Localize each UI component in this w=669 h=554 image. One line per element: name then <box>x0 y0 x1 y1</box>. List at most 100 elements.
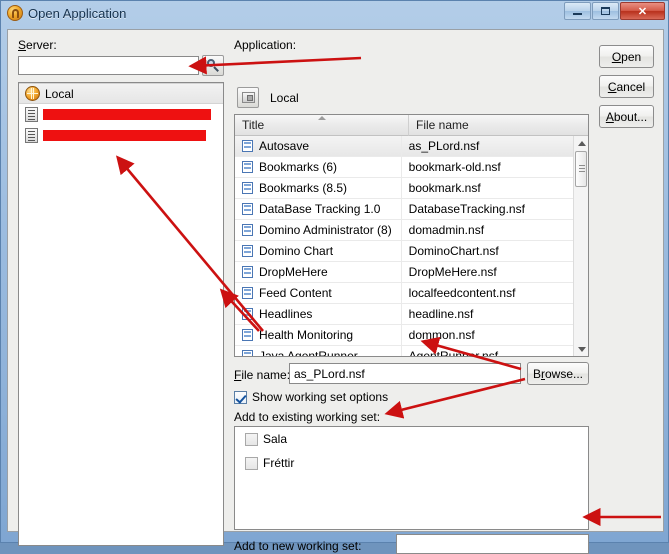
new-working-set-label: Add to new working set: <box>234 539 362 553</box>
database-icon <box>242 329 253 341</box>
show-working-set-checkbox[interactable] <box>234 390 247 404</box>
table-row[interactable]: Java AgentRunner AgentRunner.nsf <box>235 346 573 356</box>
cell-title: DropMeHere <box>235 262 402 282</box>
working-set-item-checkbox[interactable] <box>245 432 258 446</box>
minimize-button[interactable] <box>564 2 591 20</box>
table-row[interactable]: Headlines headline.nsf <box>235 304 573 325</box>
cell-filename-label: DatabaseTracking.nsf <box>408 202 525 216</box>
server-tree-item-redacted-1[interactable] <box>19 104 223 125</box>
cell-filename: localfeedcontent.nsf <box>402 283 573 303</box>
table-row[interactable]: Bookmarks (8.5) bookmark.nsf <box>235 178 573 199</box>
cell-filename-label: as_PLord.nsf <box>408 139 480 153</box>
cell-filename: dommon.nsf <box>402 325 573 345</box>
show-working-set-label: Show working set options <box>252 390 389 404</box>
working-set-list[interactable]: Sala Fréttir <box>234 426 589 530</box>
browse-button[interactable]: Browse... <box>527 362 589 385</box>
cell-title-label: Domino Chart <box>259 244 334 258</box>
new-working-set-input[interactable] <box>396 534 589 554</box>
cell-title-label: Domino Administrator (8) <box>259 223 392 237</box>
database-icon <box>242 287 253 299</box>
server-tree-item-redacted-2[interactable] <box>19 125 223 146</box>
sort-ascending-icon <box>317 116 326 120</box>
table-row[interactable]: DropMeHere DropMeHere.nsf <box>235 262 573 283</box>
file-list-scrollbar[interactable] <box>573 136 588 356</box>
cell-filename: bookmark.nsf <box>402 178 573 198</box>
table-row[interactable]: Autosave as_PLord.nsf <box>235 136 573 157</box>
database-icon <box>242 161 253 173</box>
cell-filename: DropMeHere.nsf <box>402 262 573 282</box>
table-row[interactable]: Domino Administrator (8) domadmin.nsf <box>235 220 573 241</box>
about-button[interactable]: About... <box>599 105 654 128</box>
cell-filename-label: DropMeHere.nsf <box>408 265 497 279</box>
cell-filename-label: dommon.nsf <box>408 328 475 342</box>
database-icon <box>242 182 253 194</box>
cell-filename: DatabaseTracking.nsf <box>402 199 573 219</box>
cell-title: Headlines <box>235 304 402 324</box>
cell-filename-label: AgentRunner.nsf <box>408 349 499 356</box>
cell-title-label: DataBase Tracking 1.0 <box>259 202 381 216</box>
working-set-item-label: Sala <box>263 432 288 446</box>
cancel-button-label: Cancel <box>607 79 646 94</box>
scroll-down-button[interactable] <box>574 342 588 356</box>
table-header-row: Title File name <box>235 115 588 136</box>
database-icon <box>242 224 253 236</box>
table-row[interactable]: Domino Chart DominoChart.nsf <box>235 241 573 262</box>
column-header-title-label: Title <box>242 118 265 132</box>
folder-up-icon <box>241 92 255 103</box>
current-path-label: Local <box>270 91 299 105</box>
cell-filename-label: DominoChart.nsf <box>408 244 499 258</box>
cell-title: Domino Administrator (8) <box>235 220 402 240</box>
server-tree-item-local[interactable]: Local <box>19 83 223 104</box>
scroll-thumb[interactable] <box>575 151 587 187</box>
title-bar[interactable]: Open Application ✕ <box>1 1 668 25</box>
cell-filename-label: domadmin.nsf <box>408 223 485 237</box>
cell-title-label: Java AgentRunner <box>259 349 358 356</box>
existing-working-set-label: Add to existing working set: <box>234 410 381 424</box>
application-file-table[interactable]: Title File name Autosave as_PLord.nsf Book… <box>234 114 589 357</box>
open-button-label: Open <box>611 49 642 64</box>
show-working-set-options-row[interactable]: Show working set options <box>234 390 388 404</box>
database-icon <box>242 245 253 257</box>
open-application-window: Open Application ✕ Server: Local Applica… <box>0 0 669 554</box>
column-header-filename[interactable]: File name <box>409 115 588 136</box>
cell-title-label: Health Monitoring <box>259 328 354 342</box>
maximize-button[interactable] <box>592 2 619 20</box>
close-icon[interactable]: ✕ <box>620 2 665 20</box>
filename-label: File name: <box>234 368 291 382</box>
lotus-notes-icon <box>7 5 23 21</box>
cell-filename: DominoChart.nsf <box>402 241 573 261</box>
cell-filename: AgentRunner.nsf <box>402 346 573 356</box>
server-icon <box>25 128 38 143</box>
server-search-button[interactable] <box>202 55 224 76</box>
working-set-item[interactable]: Sala <box>235 427 588 451</box>
column-header-title[interactable]: Title <box>235 115 410 136</box>
open-button[interactable]: Open <box>599 45 654 68</box>
working-set-item[interactable]: Fréttir <box>235 451 588 475</box>
cell-title: DataBase Tracking 1.0 <box>235 199 402 219</box>
cell-filename: headline.nsf <box>402 304 573 324</box>
server-tree-item-label: Local <box>45 86 74 101</box>
table-row[interactable]: Bookmarks (6) bookmark-old.nsf <box>235 157 573 178</box>
table-row[interactable]: Feed Content localfeedcontent.nsf <box>235 283 573 304</box>
server-tree[interactable]: Local <box>18 82 224 546</box>
table-row[interactable]: DataBase Tracking 1.0 DatabaseTracking.ns… <box>235 199 573 220</box>
cell-filename: as_PLord.nsf <box>402 136 573 156</box>
path-up-button[interactable] <box>237 87 259 108</box>
table-body: Autosave as_PLord.nsf Bookmarks (6) bookmar… <box>235 136 573 356</box>
cell-filename-label: bookmark.nsf <box>408 181 481 195</box>
cell-title-label: DropMeHere <box>259 265 328 279</box>
column-header-filename-label: File name <box>416 118 469 132</box>
cell-title: Java AgentRunner <box>235 346 402 356</box>
scroll-up-button[interactable] <box>574 136 588 150</box>
server-label: Server: <box>18 38 57 52</box>
dialog-client-area: Server: Local Application: Local Title F… <box>7 29 664 554</box>
redacted-server-name <box>43 109 211 120</box>
cancel-button[interactable]: Cancel <box>599 75 654 98</box>
cell-title: Bookmarks (8.5) <box>235 178 402 198</box>
server-label-text: erver: <box>26 38 57 52</box>
cell-title-label: Bookmarks (6) <box>259 160 338 174</box>
table-row[interactable]: Health Monitoring dommon.nsf <box>235 325 573 346</box>
server-input[interactable] <box>18 56 199 75</box>
working-set-item-checkbox[interactable] <box>245 456 258 470</box>
filename-input[interactable] <box>289 363 521 384</box>
